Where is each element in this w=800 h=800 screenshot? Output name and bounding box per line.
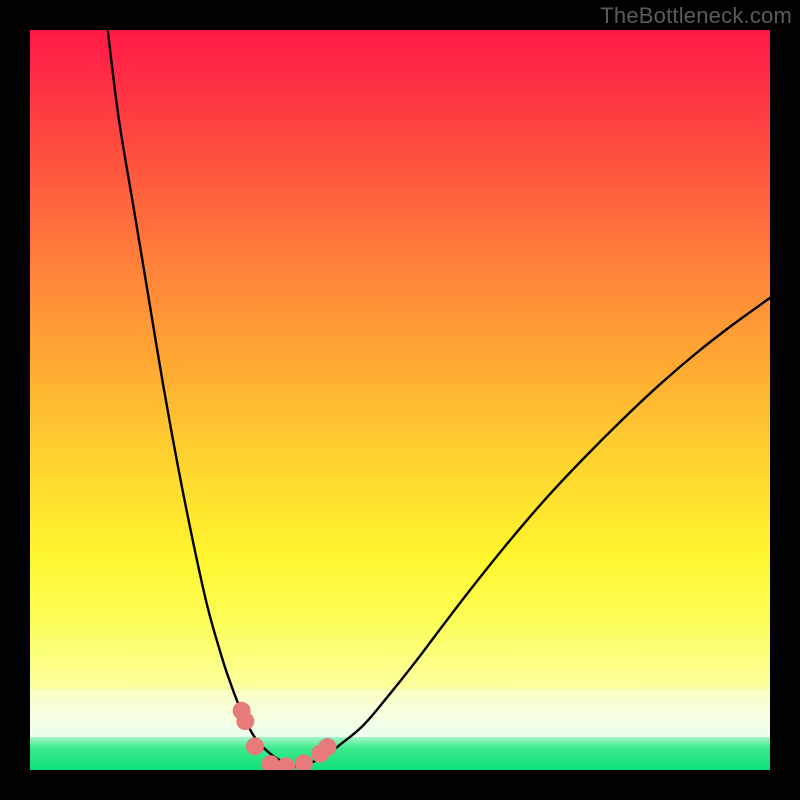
right-curve [296,298,770,766]
curve-layer [30,30,770,770]
marker-point [318,738,336,756]
marker-point [236,712,254,730]
plot-area [30,30,770,770]
chart-frame: TheBottleneck.com [0,0,800,800]
left-curve [108,30,297,766]
marker-group [233,702,337,770]
marker-point [295,754,313,770]
watermark-text: TheBottleneck.com [600,3,792,29]
marker-point [246,737,264,755]
